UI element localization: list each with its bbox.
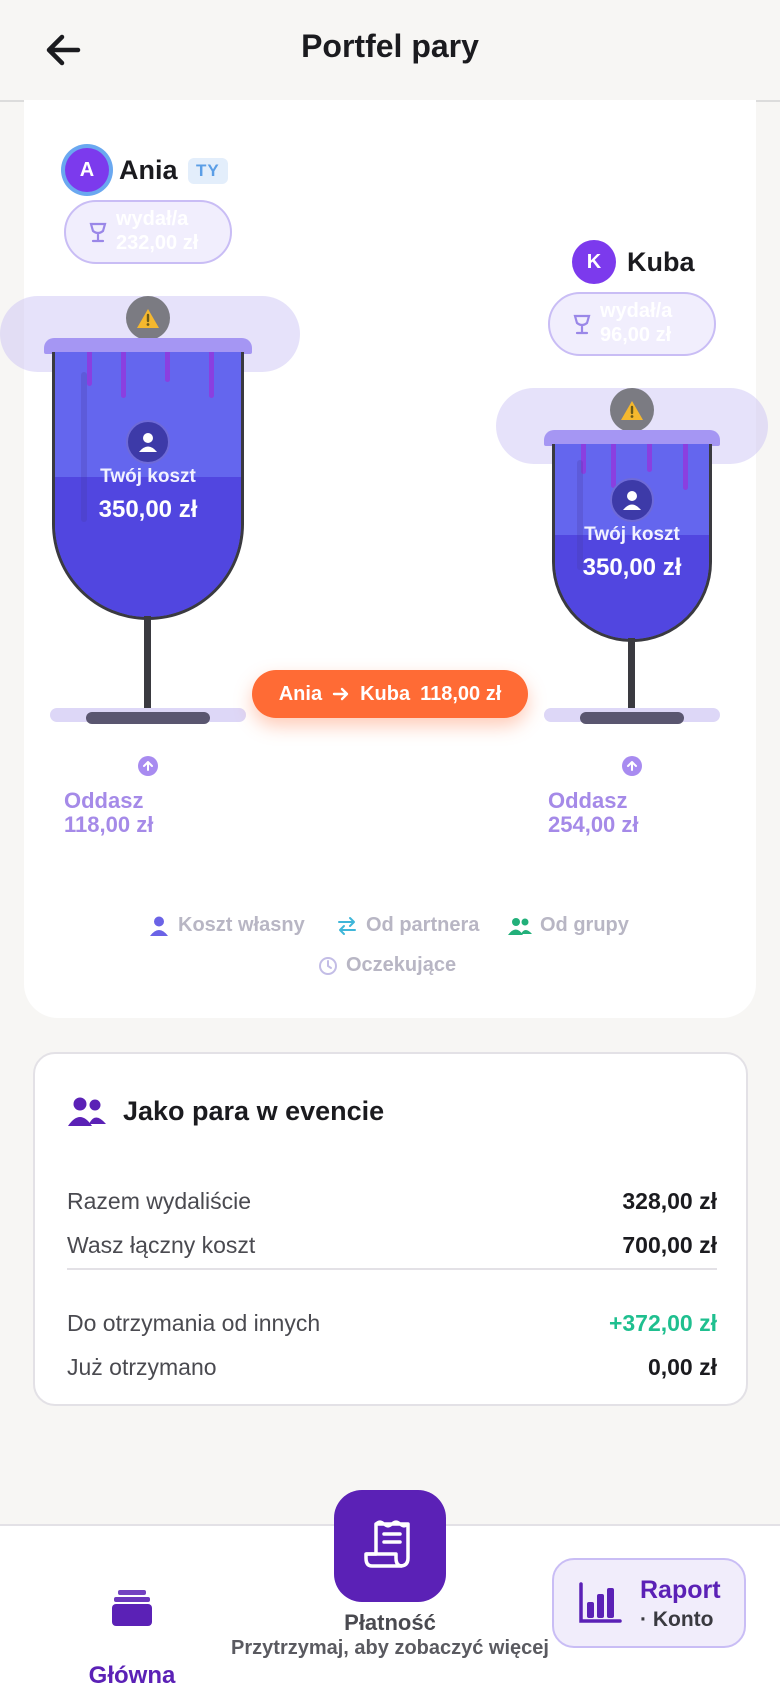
group-icon	[508, 917, 532, 935]
summary-row-label: Wasz łączny koszt	[67, 1232, 256, 1258]
legend-item-own-cost: Koszt własny	[148, 914, 305, 937]
swap-icon	[338, 916, 356, 935]
summary-row-label: Razem wydaliście	[67, 1188, 252, 1214]
summary-row-value: 0,00 zł	[647, 1354, 717, 1380]
glass-stem	[144, 616, 151, 712]
legend-label: Od grupy	[540, 914, 629, 936]
summary-row-value: 328,00 zł	[622, 1188, 717, 1214]
summary-row-value: +372,00 zł	[608, 1310, 717, 1336]
transfer-amount: 118,00 zł	[420, 682, 502, 705]
summary-title: Jako para w evencie	[123, 1096, 385, 1126]
summary-row-label: Już otrzymano	[67, 1354, 217, 1380]
divider	[67, 1268, 717, 1270]
page-title: Portfel pary	[301, 28, 479, 64]
arrow-up-icon	[138, 756, 158, 776]
report-sublabel: · Konto	[640, 1608, 714, 1631]
glass-stem	[628, 638, 635, 712]
cost-label: Twój koszt	[100, 466, 196, 487]
legend-label: Od partnera	[366, 914, 480, 936]
summary-row-label: Do otrzymania od innych	[67, 1310, 321, 1336]
person-icon	[610, 478, 654, 522]
summary-row: Razem wydaliście 328,00 zł	[67, 1188, 717, 1218]
wine-glass-icon	[89, 222, 107, 243]
spent-pill-ania: wydał/a 232,00 zł	[64, 200, 232, 264]
you-badge: TY	[188, 158, 228, 184]
transfer-from: Ania	[278, 682, 323, 705]
owe-amount-ania: 118,00 zł	[64, 812, 154, 837]
spent-label: wydał/a	[600, 300, 673, 322]
legend-item-from-partner: Od partnera	[336, 914, 479, 937]
top-bar: Portfel pary	[0, 0, 780, 102]
avatar-ania: A	[65, 148, 109, 192]
cost-label: Twój koszt	[584, 524, 680, 545]
warning-icon[interactable]	[126, 296, 170, 340]
spent-amount: 232,00 zł	[116, 232, 199, 254]
owe-label-ania: Oddasz	[64, 788, 144, 813]
cost-value: 350,00 zł	[582, 554, 682, 581]
avatar-kuba: K	[572, 240, 616, 284]
person-icon	[150, 916, 168, 936]
legend-item-pending: Oczekujące	[318, 954, 456, 977]
bar-chart-icon	[579, 1582, 622, 1623]
owe-amount-kuba: 254,00 zł	[548, 812, 639, 837]
arrow-up-icon	[622, 756, 642, 776]
couple-icon	[68, 1097, 106, 1126]
person-icon	[126, 420, 170, 464]
person-name-kuba: Kuba	[627, 247, 695, 277]
arrow-right-icon	[332, 687, 349, 701]
nav-home-label: Główna	[88, 1662, 176, 1688]
couple-summary-card: Jako para w evencie Razem wydaliście 328…	[33, 1052, 748, 1406]
summary-row: Wasz łączny koszt 700,00 zł	[67, 1232, 717, 1262]
glass-base	[86, 712, 210, 724]
receipt-icon	[364, 1520, 410, 1568]
summary-row-value: 700,00 zł	[622, 1232, 717, 1258]
report-label: Raport	[640, 1576, 721, 1604]
spent-pill-kuba: wydał/a 96,00 zł	[548, 292, 716, 356]
spent-amount: 96,00 zł	[600, 324, 672, 346]
legend-item-from-group: Od grupy	[508, 914, 629, 937]
owe-label-kuba: Oddasz	[548, 788, 628, 813]
transfer-to: Kuba	[360, 682, 411, 705]
wine-glass-icon	[573, 314, 591, 335]
payment-button[interactable]	[334, 1490, 446, 1602]
person-name-ania: Ania	[119, 155, 178, 185]
report-account-button[interactable]: Raport · Konto	[552, 1558, 746, 1648]
summary-row: Już otrzymano 0,00 zł	[67, 1354, 717, 1384]
legend-label: Oczekujące	[346, 954, 457, 976]
spent-label: wydał/a	[116, 208, 189, 230]
cost-value: 350,00 zł	[98, 496, 198, 523]
transfer-pill[interactable]: Ania Kuba 118,00 zł	[252, 670, 528, 718]
legend-label: Koszt własny	[178, 914, 305, 936]
warning-icon[interactable]	[610, 388, 654, 432]
glass-base	[580, 712, 684, 724]
clock-icon	[319, 956, 337, 975]
summary-row: Do otrzymania od innych +372,00 zł	[67, 1310, 717, 1340]
